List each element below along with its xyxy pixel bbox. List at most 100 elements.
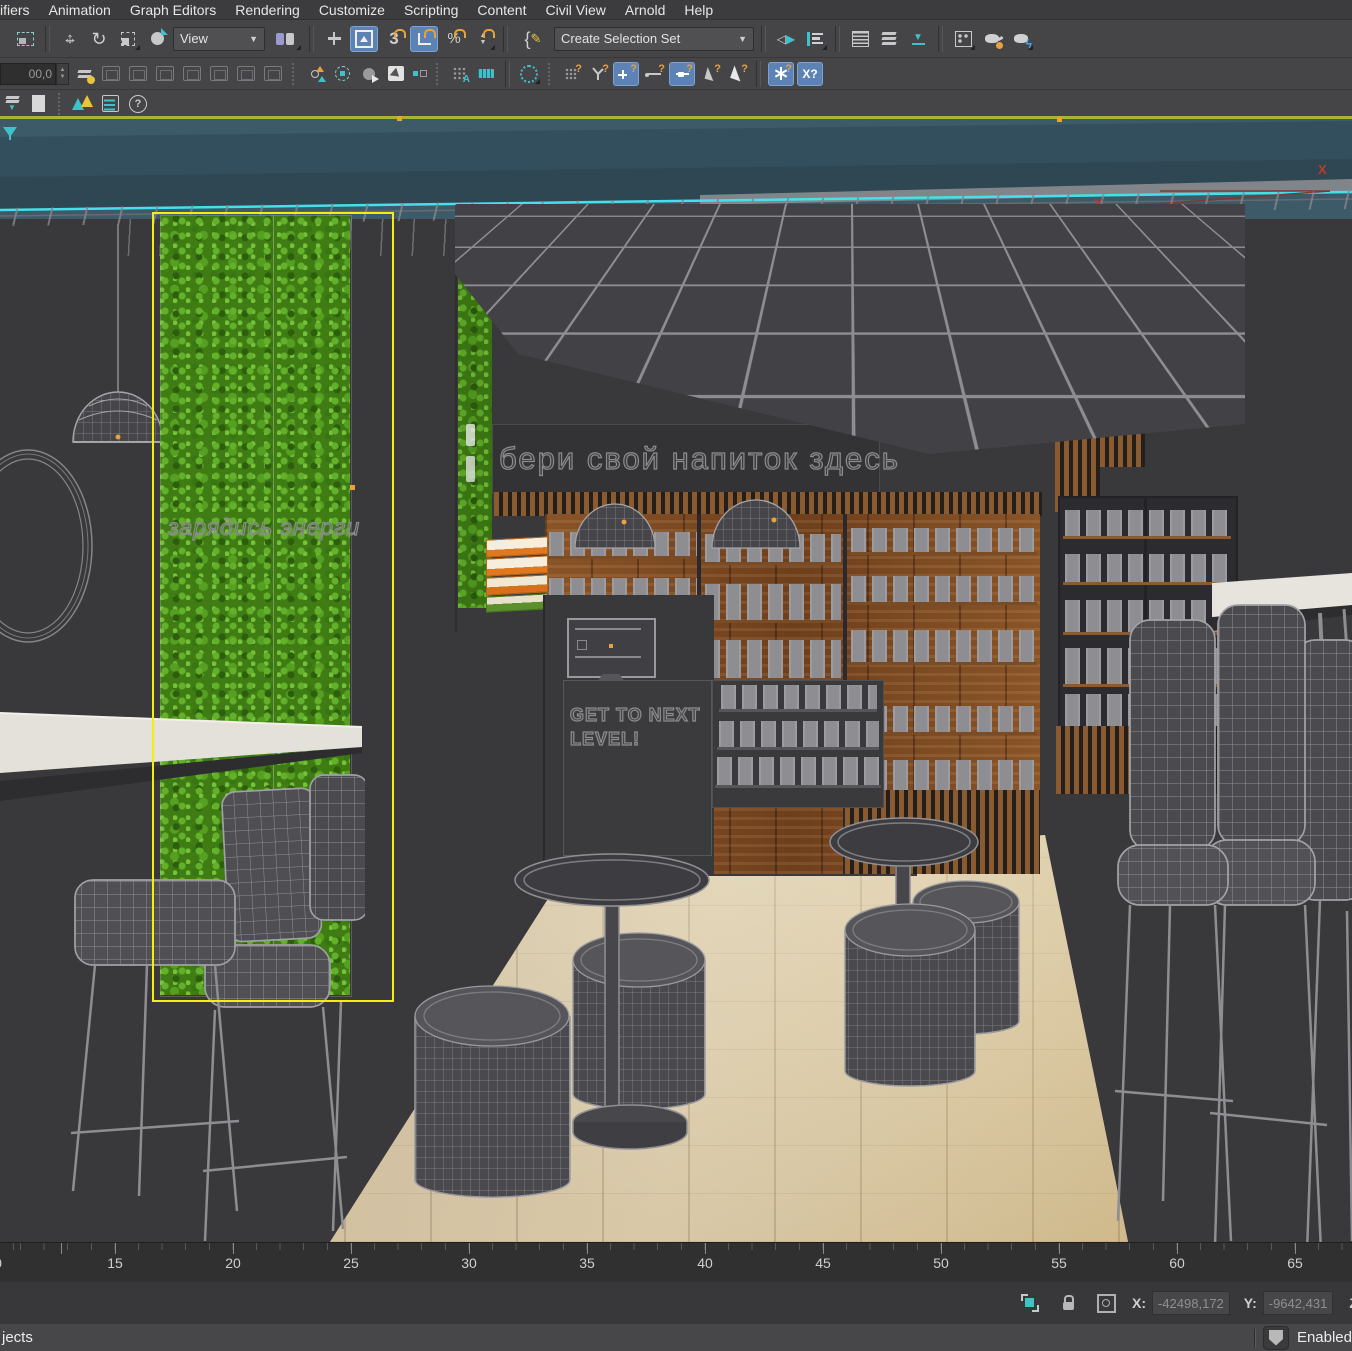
jar-row [1063,510,1231,539]
timeline-tick-label: 15 [107,1255,123,1271]
civil-view-trees-icon[interactable] [70,93,94,115]
toggle-scene-explorer-icon[interactable] [847,27,873,51]
selection-ring-icon[interactable] [517,63,541,85]
wall-sign-text: бери свой напиток здесь [493,441,900,477]
vertex-marker [397,116,402,121]
object-paint-icon[interactable] [357,63,381,85]
timeline-tick-label: 50 [933,1255,949,1271]
place-mode-button[interactable] [350,26,378,52]
copy-layer-icon[interactable] [153,63,177,85]
slider-help-icon[interactable]: ? [669,62,695,86]
toolbar-separator [835,26,840,52]
transform-tools-icon[interactable] [411,63,429,85]
angle-snap-toggle-icon[interactable] [410,26,438,52]
select-and-rotate-icon[interactable]: ↻ [86,27,112,51]
bottom-divider [1254,1329,1255,1347]
ik-bone-help-icon[interactable]: ? [586,63,610,85]
mirror-icon[interactable]: ◁▶ [773,27,799,51]
align-icon[interactable] [802,27,828,51]
security-shield-icon[interactable] [1263,1326,1289,1350]
reference-coordinate-dropdown[interactable]: View▼ [173,27,265,51]
pendant-lamp[interactable] [65,224,175,459]
report-document-icon[interactable] [98,93,122,115]
menu-item[interactable]: Help [684,2,713,18]
grid-align-icon[interactable]: A [447,63,471,85]
product-boxes[interactable] [486,538,548,608]
prompt-text: jects [2,1329,33,1346]
timeline-tick-label: 55 [1051,1255,1067,1271]
help-icon[interactable]: ? [126,93,150,115]
menu-item[interactable]: Arnold [625,2,665,18]
toggle-layer-explorer-icon[interactable] [876,27,902,51]
select-layer-objects-icon[interactable] [207,63,231,85]
clipped-toolbar-icon [1,27,9,51]
menu-item[interactable]: ifiers [0,2,30,18]
menu-bar: ifiers Animation Graph Editors Rendering Cus… [0,0,1352,20]
delete-layer-icon[interactable] [126,63,150,85]
y-coordinate-field[interactable]: -9642,431 [1263,1291,1334,1315]
spinner-field[interactable]: 00,0▲▼ [0,63,69,85]
ceiling-light-frame[interactable] [908,348,990,376]
render-production-icon[interactable]: ϟ [1008,27,1034,51]
named-selection-set-dropdown[interactable]: Create Selection Set▼ [554,27,754,51]
exclude-help-icon[interactable]: X? [797,62,823,86]
menu-item[interactable]: Rendering [235,2,300,18]
center-furniture[interactable] [380,816,1060,1242]
blank-panel-icon[interactable] [26,93,50,115]
material-editor-icon[interactable] [950,27,976,51]
wall-mirror[interactable] [0,442,105,662]
ceiling-light-frame[interactable] [859,295,973,331]
right-bar-chairs[interactable] [1115,601,1352,1242]
cursor-help-icon[interactable]: ? [698,63,722,85]
snap-grid-help-icon[interactable]: ? [559,63,583,85]
cursor-filled-help-icon[interactable]: ? [725,63,749,85]
snap-toggle-3d-icon[interactable]: 3 [381,27,407,51]
menu-item[interactable]: Animation [49,2,111,18]
left-bar-chairs[interactable] [55,751,365,1242]
timeline-ruler[interactable]: 01520253035404550556065 [0,1242,1352,1284]
absolute-mode-transform-icon[interactable] [1094,1292,1118,1314]
scatter-tool-icon[interactable] [303,63,327,85]
axis-label-x: X [1318,162,1327,177]
percent-snap-toggle-icon[interactable]: % [441,27,467,51]
toolbar-separator [761,26,766,52]
perspective-viewport[interactable]: X Y зарядись энерги [0,116,1352,1242]
set-current-layer-icon[interactable] [234,63,258,85]
menu-item[interactable]: Customize [319,2,385,18]
select-similar-icon[interactable] [330,63,354,85]
toolbar-separator [503,26,508,52]
render-setup-icon[interactable] [979,27,1005,51]
isolate-selection-toggle[interactable] [1018,1292,1042,1314]
ceiling-light-frame[interactable] [995,268,1093,300]
main-toolbar: ↔↕ ↻ View▼ 3 % ▲▼ {✎ Create Selection Se… [0,20,1352,58]
select-and-manipulate-icon[interactable] [144,27,170,51]
create-layer-icon[interactable] [99,63,123,85]
layer-properties-icon[interactable] [261,63,285,85]
line-help-icon[interactable]: ? [642,63,666,85]
menu-item[interactable]: Content [477,2,526,18]
menu-item[interactable]: Scripting [404,2,458,18]
toggle-ribbon-icon[interactable]: ▼ [905,27,931,51]
menu-item[interactable]: Graph Editors [130,2,216,18]
wall-sign-board[interactable]: бери свой напиток здесь [492,424,880,494]
add-to-layer-icon[interactable] [180,63,204,85]
spinner-snap-toggle-icon[interactable]: ▲▼ [470,27,496,51]
select-and-place-icon[interactable] [321,27,347,51]
axis-label-y: Y [1094,196,1103,211]
manage-layers-icon[interactable] [72,63,96,85]
x-coordinate-field[interactable]: -42498,172 [1152,1291,1230,1315]
jar-row [1063,554,1231,585]
selection-region-icon[interactable] [12,27,38,51]
freeze-help-icon[interactable]: ? [768,62,794,86]
add-help-mode-icon[interactable]: ? [613,62,639,86]
layers-flyout-icon[interactable]: ▼ [2,93,22,115]
menu-item[interactable]: Civil View [545,2,605,18]
selection-lock-toggle[interactable] [1056,1292,1080,1314]
select-and-move-icon[interactable]: ↔↕ [57,27,83,51]
measure-distance-icon[interactable] [474,63,498,85]
middle-display-shelf[interactable] [712,680,884,808]
use-pivot-point-icon[interactable] [268,27,302,51]
select-and-scale-icon[interactable] [115,27,141,51]
edit-named-selection-sets-icon[interactable]: {✎ [515,27,551,51]
paint-deform-icon[interactable] [384,63,408,85]
